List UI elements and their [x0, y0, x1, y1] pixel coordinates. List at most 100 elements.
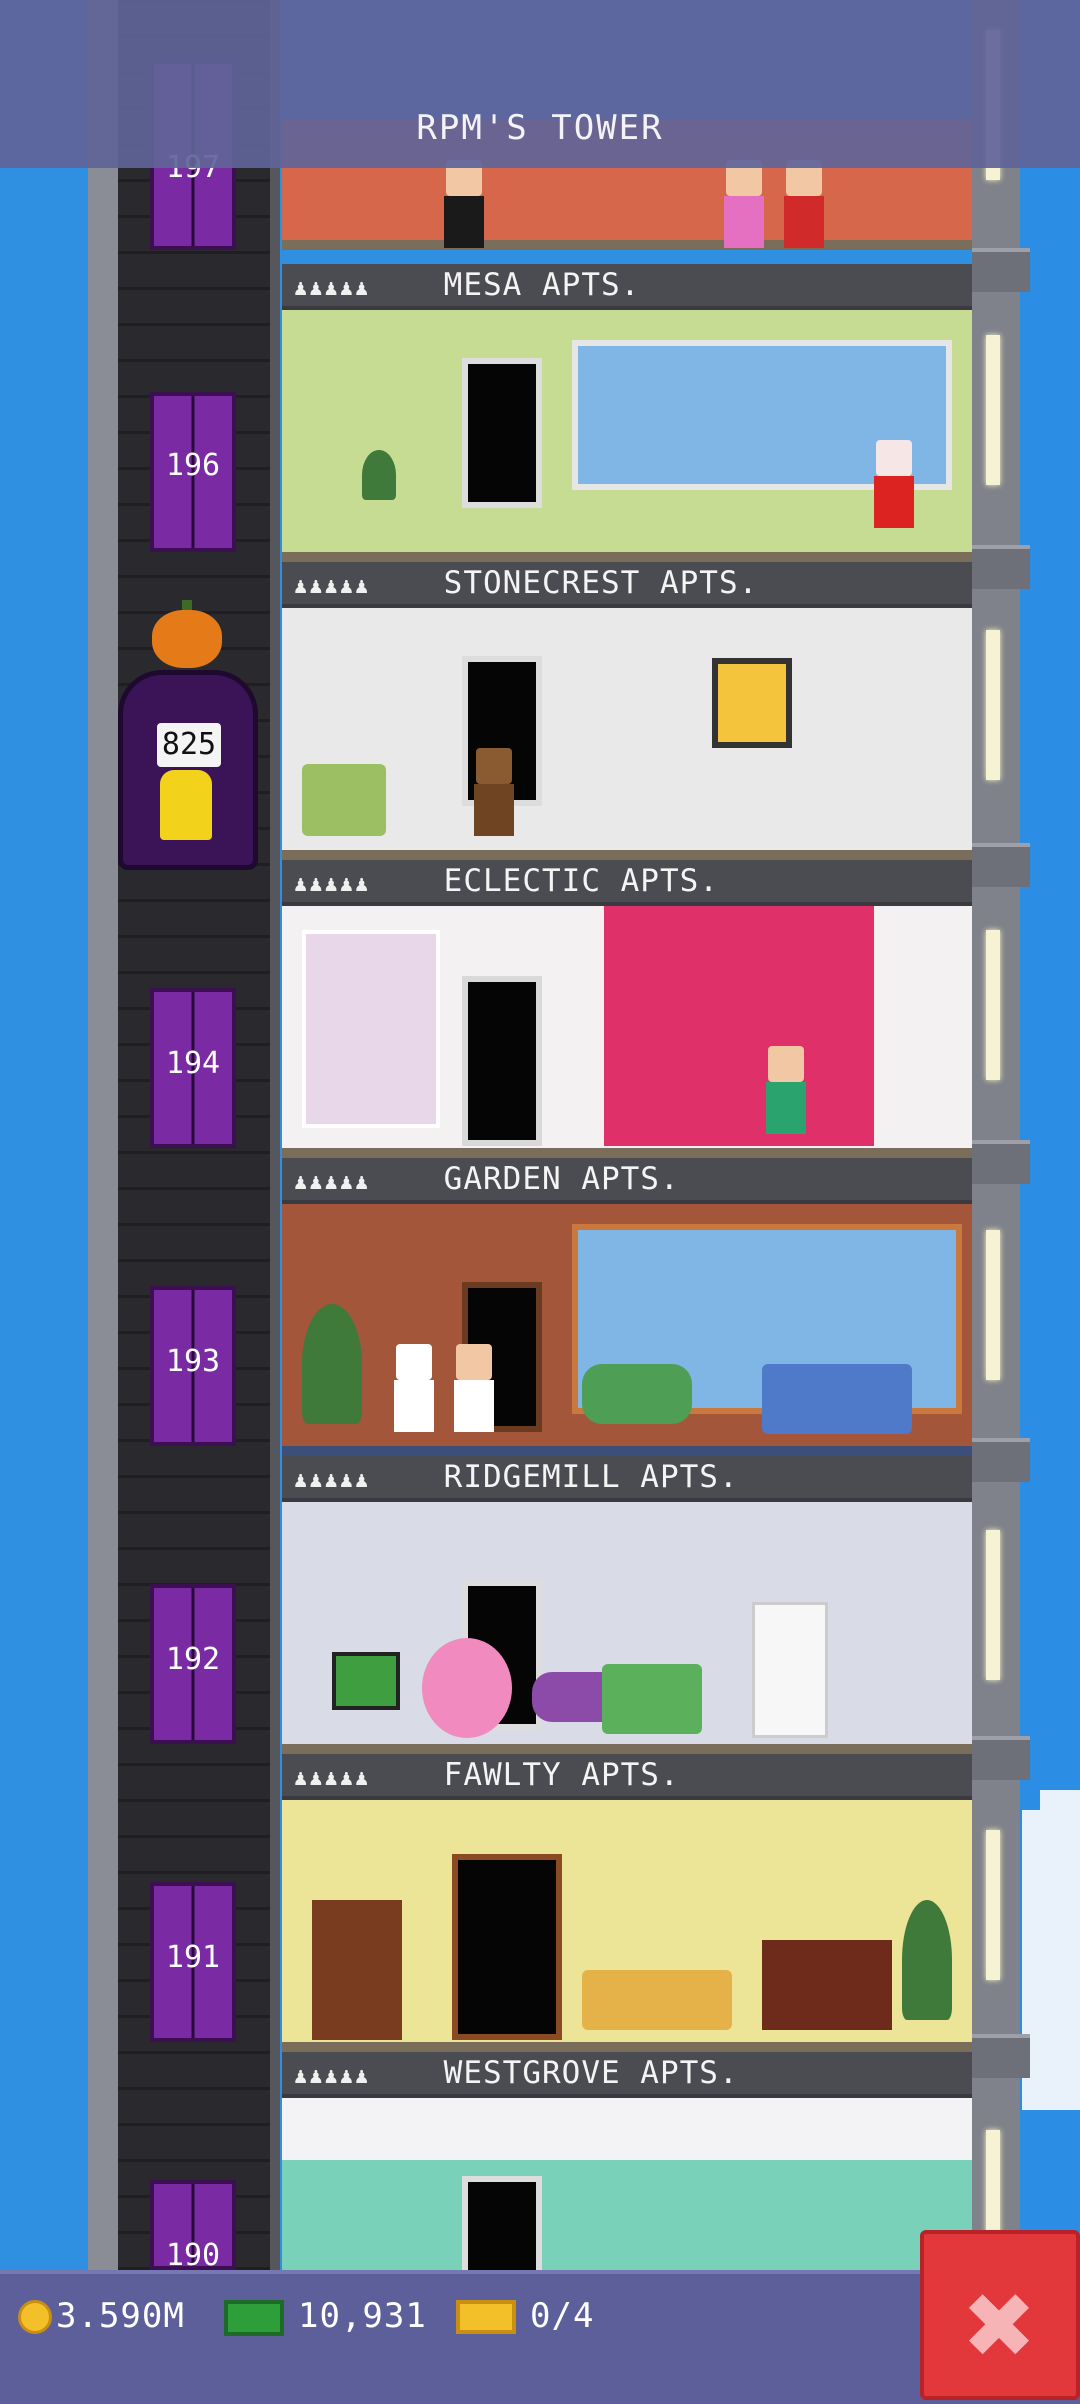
tickets-value: 0/4	[530, 2296, 595, 2336]
floor-label: ♟♟♟♟♟ WESTGROVE APTS.	[282, 2052, 972, 2098]
wall-stripes	[282, 2160, 972, 2270]
floor-room[interactable]	[282, 2098, 972, 2326]
door[interactable]	[452, 1854, 562, 2040]
tenant[interactable]	[782, 160, 826, 248]
floor-room[interactable]	[282, 608, 972, 860]
floor-name: WESTGROVE APTS.	[443, 2055, 739, 2091]
floor-mesa[interactable]: ♟♟♟♟♟ MESA APTS.	[282, 264, 972, 562]
tenant[interactable]	[442, 160, 486, 248]
pillar-bracket	[972, 1140, 1030, 1184]
tenant[interactable]	[722, 160, 766, 248]
tenant[interactable]	[452, 1344, 496, 1432]
pillar-bracket	[972, 843, 1030, 887]
curtain	[604, 906, 874, 1146]
tv	[332, 1652, 400, 1710]
elevator-passenger[interactable]	[160, 770, 212, 840]
floor-fawlty[interactable]: ♟♟♟♟♟ FAWLTY APTS.	[282, 1754, 972, 2052]
pillar-bracket	[972, 2034, 1030, 2078]
sofa	[602, 1664, 702, 1734]
tower-left-wall	[88, 0, 118, 2270]
plant	[302, 1304, 362, 1424]
tenant[interactable]	[872, 440, 916, 528]
floor-label: ♟♟♟♟♟ ECLECTIC APTS.	[282, 860, 972, 906]
floor-room[interactable]	[282, 906, 972, 1158]
floor-room[interactable]	[282, 1204, 972, 1456]
floor-room[interactable]	[282, 310, 972, 562]
tenant-monkey[interactable]	[472, 748, 516, 836]
floor-label: ♟♟♟♟♟ RIDGEMILL APTS.	[282, 1456, 972, 1502]
pumpkin-icon	[152, 610, 222, 668]
heart-tenant[interactable]	[422, 1638, 512, 1738]
pillar-light	[986, 335, 1000, 485]
ticket-icon	[456, 2300, 516, 2334]
floor-westgrove[interactable]: ♟♟♟♟♟ WESTGROVE APTS.	[282, 2052, 972, 2326]
pillar-light	[986, 1530, 1000, 1680]
floor-eclectic[interactable]: ♟♟♟♟♟ ECLECTIC APTS.	[282, 860, 972, 1158]
floor-name: GARDEN APTS.	[443, 1161, 680, 1197]
floor-label: ♟♟♟♟♟ STONECREST APTS.	[282, 562, 972, 608]
cash-icon	[224, 2300, 284, 2336]
floor-occupancy: ♟♟♟♟♟	[294, 574, 371, 599]
close-icon: ✖	[961, 2274, 1037, 2379]
painting	[302, 930, 440, 1128]
floor-occupancy: ♟♟♟♟♟	[294, 1468, 371, 1493]
wall-art	[712, 658, 792, 748]
elevator-counter: 825	[157, 723, 221, 767]
coins-value: 3.590M	[56, 2296, 185, 2336]
tower-header: RPM'S TOWER	[0, 0, 1080, 168]
elevator-floor-number: 191	[165, 1940, 221, 1975]
door[interactable]	[462, 358, 542, 508]
tower-title: RPM'S TOWER	[416, 108, 664, 148]
floor-room[interactable]	[282, 1800, 972, 2052]
elevator-floor-number: 194	[165, 1046, 221, 1081]
door[interactable]	[462, 976, 542, 1146]
tenant[interactable]	[392, 1344, 436, 1432]
fireplace	[762, 1940, 892, 2030]
bux-value: 10,931	[298, 2296, 427, 2336]
floor-occupancy: ♟♟♟♟♟	[294, 1170, 371, 1195]
floor-room[interactable]	[282, 1502, 972, 1754]
floor-garden[interactable]: ♟♟♟♟♟ GARDEN APTS.	[282, 1158, 972, 1456]
elevator-floor-number: 190	[165, 2238, 221, 2273]
floor-label: ♟♟♟♟♟ GARDEN APTS.	[282, 1158, 972, 1204]
floor-occupancy: ♟♟♟♟♟	[294, 1766, 371, 1791]
elevator-floor-number: 193	[165, 1344, 221, 1379]
elevator-floor-number: 196	[165, 448, 221, 483]
elevator-rail	[270, 0, 280, 2270]
armchair	[302, 764, 386, 836]
floor-occupancy: ♟♟♟♟♟	[294, 872, 371, 897]
pillar-light	[986, 930, 1000, 1080]
floor-ridgemill[interactable]: ♟♟♟♟♟ RIDGEMILL APTS.	[282, 1456, 972, 1754]
status-bar	[0, 2270, 1080, 2404]
pillar-light	[986, 630, 1000, 780]
floor-name: FAWLTY APTS.	[443, 1757, 680, 1793]
cloud	[1040, 1790, 1080, 1820]
floor-label: ♟♟♟♟♟ MESA APTS.	[282, 264, 972, 310]
floor-occupancy: ♟♟♟♟♟	[294, 276, 371, 301]
bookshelf	[312, 1900, 402, 2040]
floor-occupancy: ♟♟♟♟♟	[294, 2064, 371, 2089]
pillar-bracket	[972, 545, 1030, 589]
pillar-light	[986, 1230, 1000, 1380]
floor-name: STONECREST APTS.	[443, 565, 759, 601]
cloud	[1022, 1810, 1080, 2110]
pillar-bracket	[972, 1438, 1030, 1482]
close-button[interactable]: ✖	[920, 2230, 1080, 2400]
pillar-bracket	[972, 1736, 1030, 1780]
floor-name: MESA APTS.	[443, 267, 641, 303]
elevator-floor-number: 192	[165, 1642, 221, 1677]
dinosaur	[582, 1364, 692, 1424]
pillar-bracket	[972, 248, 1030, 292]
fridge	[752, 1602, 828, 1738]
floor-name: ECLECTIC APTS.	[443, 863, 719, 899]
sofa	[762, 1364, 912, 1434]
floor-label: ♟♟♟♟♟ FAWLTY APTS.	[282, 1754, 972, 1800]
tenant[interactable]	[764, 1046, 808, 1134]
plant	[902, 1900, 952, 2020]
plant	[362, 450, 396, 500]
floor-stonecrest[interactable]: ♟♟♟♟♟ STONECREST APTS.	[282, 562, 972, 860]
pillar-light	[986, 1830, 1000, 1980]
coin-icon	[18, 2300, 52, 2334]
sofa	[582, 1970, 732, 2030]
floor-name: RIDGEMILL APTS.	[443, 1459, 739, 1495]
